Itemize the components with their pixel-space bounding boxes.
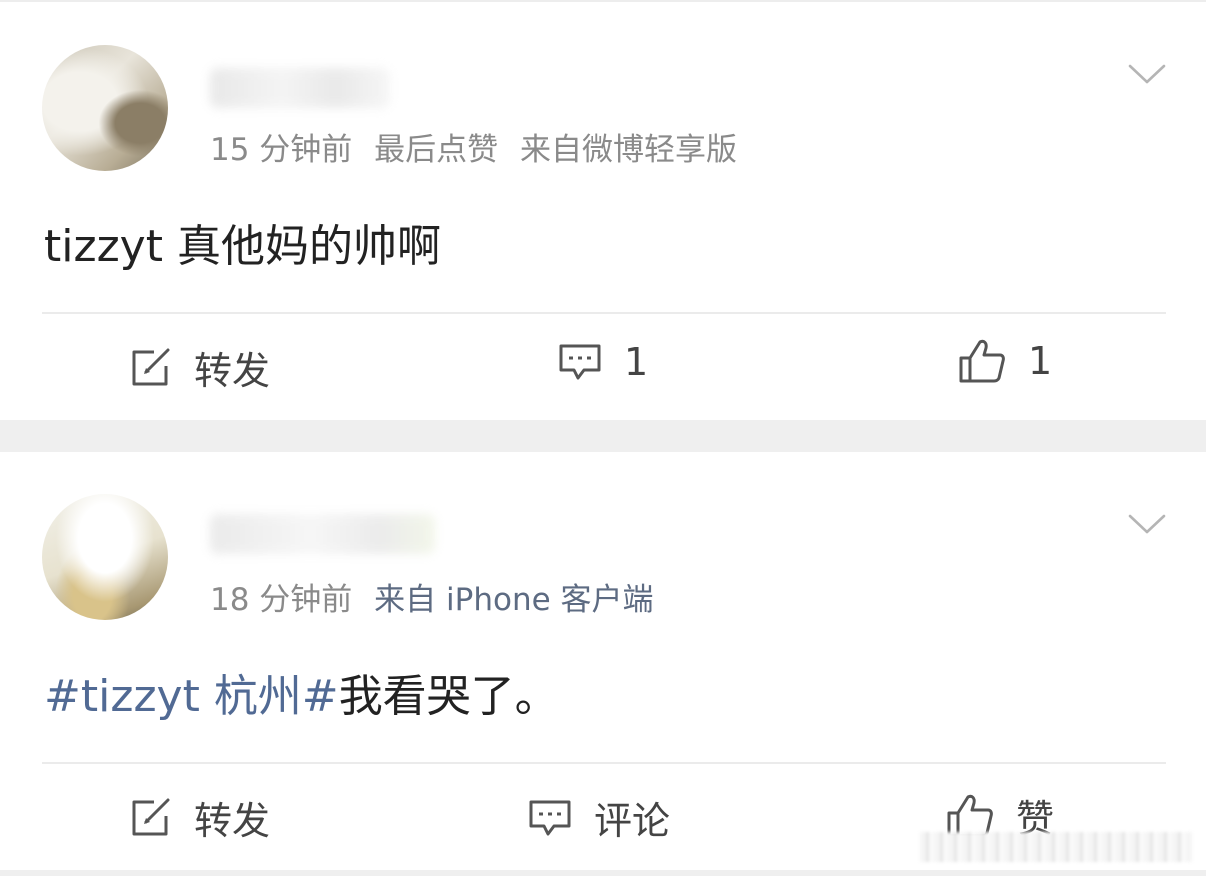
hashtag-link[interactable]: #tizzyt 杭州# (44, 671, 339, 722)
comment-icon (559, 344, 601, 380)
divider (0, 0, 1206, 2)
repost-label: 转发 (194, 799, 271, 843)
repost-button[interactable]: 转发 (130, 790, 270, 845)
avatar[interactable] (42, 494, 168, 620)
chevron-down-icon[interactable] (1128, 62, 1166, 86)
comment-button[interactable]: 1 (558, 340, 648, 384)
divider (42, 762, 1166, 764)
post-text: 我看哭了。 (338, 671, 559, 722)
post-card: 15 分钟前 最后点赞 来自微博轻享版 tizzyt 真他妈的帅啊 转发 1 1 (0, 0, 1206, 420)
post-source: 来自微博轻享版 (520, 132, 738, 168)
post-time: 18 分钟前 (210, 582, 353, 618)
post-meta: 18 分钟前 来自 iPhone 客户端 (210, 574, 666, 619)
post-meta: 15 分钟前 最后点赞 来自微博轻享版 (210, 124, 749, 169)
chevron-down-icon[interactable] (1128, 512, 1166, 536)
divider (42, 312, 1166, 314)
repost-label: 转发 (194, 349, 271, 393)
username-blurred[interactable] (210, 68, 390, 108)
avatar[interactable] (42, 45, 168, 171)
post-source: 来自 iPhone 客户端 (374, 582, 654, 618)
edit-icon (132, 798, 170, 835)
like-button[interactable]: 1 (958, 338, 1052, 384)
watermark (920, 832, 1192, 862)
comment-count: 1 (624, 340, 649, 384)
last-like-badge: 最后点赞 (374, 132, 499, 168)
username-blurred[interactable] (210, 514, 435, 554)
repost-button[interactable]: 转发 (130, 340, 270, 395)
like-count: 1 (1028, 339, 1053, 383)
edit-icon (132, 348, 170, 385)
post-time: 15 分钟前 (210, 132, 353, 168)
comment-button[interactable]: 评论 (528, 790, 670, 845)
comment-label: 评论 (594, 799, 671, 843)
thumbs-up-icon (959, 339, 1005, 383)
comment-icon (529, 800, 571, 835)
post-content: tizzyt 真他妈的帅啊 (44, 221, 441, 272)
post-content: #tizzyt 杭州#我看哭了。 (44, 660, 559, 724)
